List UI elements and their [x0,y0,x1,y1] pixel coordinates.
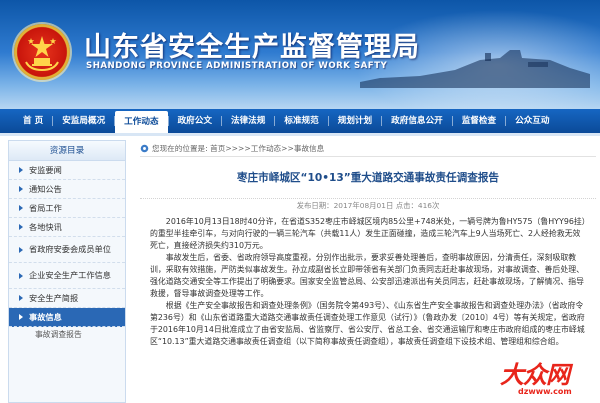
triangle-arrow-icon [19,314,23,320]
article-title: 枣庄市峄城区“10•13”重大道路交通事故责任调查报告 [236,172,500,184]
article-paragraph: 2016年10月13日18时40分许，在省道S352枣庄市峄城区境内85公里+7… [150,217,586,250]
triangle-arrow-icon [19,295,23,301]
article-body: 2016年10月13日18时40分许，在省道S352枣庄市峄城区境内85公里+7… [150,216,588,348]
breadcrumb: 您现在的位置是: 首页>>>>工作动态>>事故信息 [140,141,596,157]
sidebar-item-bureau-work[interactable]: 省局工作 [9,199,125,218]
sidebar-item-briefing[interactable]: 安全生产简报 [9,289,125,308]
nav-item-info-disclosure[interactable]: 政府信息公开 [382,109,452,133]
main-nav: 首 页 安监局概况 工作动态 政府公文 法律法规 标准规范 规划计划 政府信息公… [0,109,600,133]
nav-item-documents[interactable]: 政府公文 [169,109,221,133]
nav-item-inspection[interactable]: 监督检查 [453,109,505,133]
header-banner: 山东省安全生产监督管理局 SHANDONG PROVINCE ADMINISTR… [0,0,600,109]
sidebar-item-accident-info[interactable]: 事故信息 [9,308,125,327]
triangle-arrow-icon [19,205,23,211]
sidebar-item-label: 事故信息 [29,312,62,322]
triangle-arrow-icon [19,167,23,173]
sidebar-item-enterprise-info[interactable]: 企业安全生产工作信息 [9,263,125,289]
article-meta: 发布日期：2017年08月01日 点击：416次 [140,198,596,212]
nav-item-home[interactable]: 首 页 [14,109,52,133]
sidebar-item-label: 安监要闻 [29,165,62,175]
sidebar-subitem-accident-report[interactable]: 事故调查报告 [9,327,125,343]
dzwww-watermark: 大众网 dzwww.com [496,355,600,403]
triangle-arrow-icon [19,224,23,230]
sidebar: 资源目录 安监要闻 通知公告 省局工作 各地快讯 省政府安委会成员单位 企业安全… [8,140,126,403]
sidebar-item-label: 省政府安委会成员单位 [29,244,111,254]
article-paragraph: 根据《生产安全事故报告和调查处理条例》（国务院令第493号）、《山东省生产安全事… [150,301,585,346]
nav-item-laws[interactable]: 法律法规 [222,109,274,133]
sidebar-item-label: 安全生产简报 [29,293,79,303]
triangle-arrow-icon [19,246,23,253]
site-title: 山东省安全生产监督管理局 [84,32,420,63]
nav-item-standards[interactable]: 标准规范 [275,109,327,133]
sidebar-item-label: 企业安全生产工作信息 [29,270,111,280]
triangle-arrow-icon [19,272,23,279]
nav-item-overview[interactable]: 安监局概况 [53,109,114,133]
sidebar-item-safety-news[interactable]: 安监要闻 [9,161,125,180]
sidebar-item-label: 省局工作 [29,203,62,213]
watermark-logo: 大众网 [500,360,570,389]
nav-item-interaction[interactable]: 公众互动 [506,109,558,133]
nav-sub-strip [0,133,600,136]
sidebar-item-label: 各地快讯 [29,222,62,232]
sidebar-item-label: 通知公告 [29,184,62,194]
nav-item-work-news[interactable]: 工作动态 [115,111,168,133]
article-paragraph: 事故发生后，省委、省政府领导高度重视，分别作出批示，要求妥善处理善后，查明事故原… [150,253,584,298]
triangle-arrow-icon [19,186,23,192]
sidebar-heading: 资源目录 [9,141,125,161]
national-emblem-icon [14,24,70,80]
sidebar-item-committee-members[interactable]: 省政府安委会成员单位 [9,237,125,263]
nav-item-plans[interactable]: 规划计划 [329,109,381,133]
location-icon [140,144,149,153]
sidebar-item-notices[interactable]: 通知公告 [9,180,125,199]
site-subtitle: SHANDONG PROVINCE ADMINISTRATION OF WORK… [86,61,388,71]
breadcrumb-text[interactable]: 您现在的位置是: 首页>>>>工作动态>>事故信息 [152,143,324,154]
sidebar-item-local-news[interactable]: 各地快讯 [9,218,125,237]
watermark-url: dzwww.com [518,387,572,396]
